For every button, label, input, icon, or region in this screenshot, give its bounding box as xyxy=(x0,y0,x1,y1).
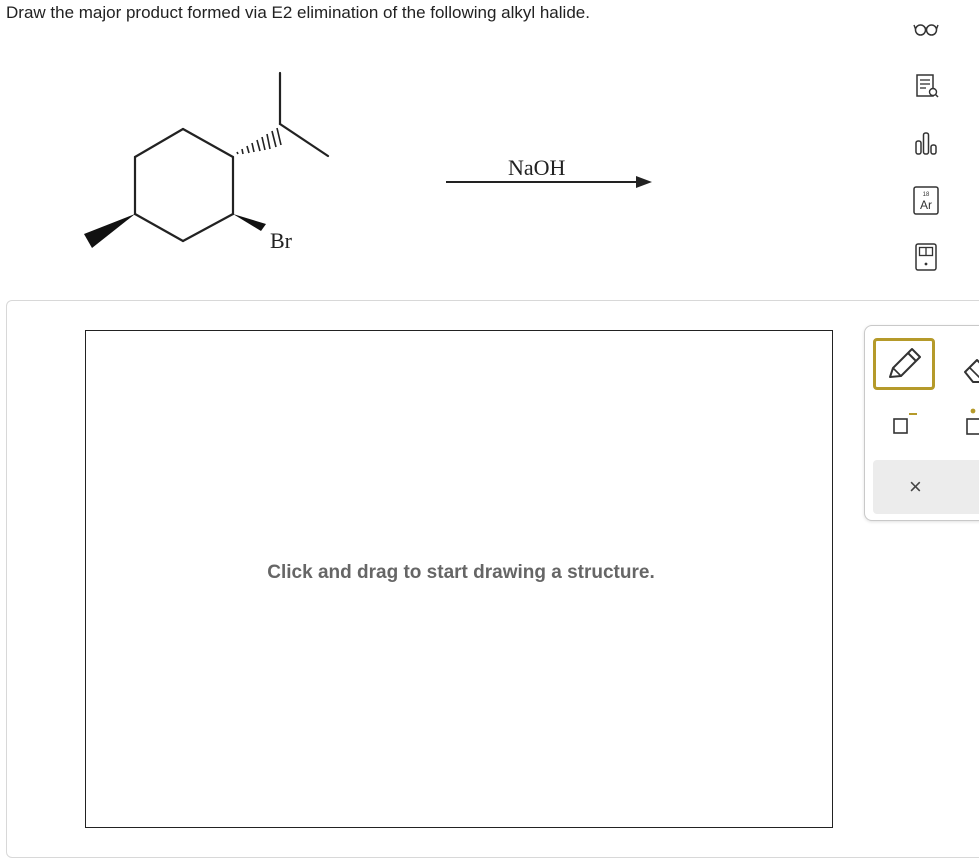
periodic-table-symbol: Ar xyxy=(920,198,932,212)
calculator-icon[interactable] xyxy=(904,240,948,280)
lone-pair-tool-button[interactable] xyxy=(963,406,979,440)
eraser-tool-button[interactable] xyxy=(959,348,979,388)
question-prompt: Draw the major product formed via E2 eli… xyxy=(6,3,590,22)
drawing-palette: × xyxy=(864,325,979,521)
bromine-label: Br xyxy=(270,228,293,253)
pencil-tool-button[interactable] xyxy=(873,338,935,390)
methyl-wedge-bond xyxy=(84,214,135,248)
reaction-arrowhead xyxy=(636,176,652,188)
hashed-wedge-bond xyxy=(236,127,282,155)
reaction-scheme: Br NaOH xyxy=(84,71,652,253)
bromine-wedge-bond xyxy=(233,214,266,231)
canvas-hint: Click and drag to start drawing a struct… xyxy=(267,562,655,583)
lone-pair-icon xyxy=(966,408,979,435)
side-toolbar: 18 Ar xyxy=(900,0,960,340)
drawing-canvas[interactable]: Click and drag to start drawing a struct… xyxy=(85,330,833,828)
eraser-icon xyxy=(964,359,979,383)
charge-icon xyxy=(893,413,917,434)
notes-icon[interactable] xyxy=(904,70,948,110)
glasses-icon[interactable] xyxy=(904,12,948,52)
bar-chart-icon[interactable] xyxy=(904,128,948,168)
clear-button[interactable]: × xyxy=(873,460,979,514)
periodic-table-icon[interactable]: 18 Ar xyxy=(904,184,948,224)
pencil-icon xyxy=(889,348,921,378)
close-icon: × xyxy=(909,474,922,499)
alkyl-halide-structure xyxy=(133,71,330,243)
reagent-label: NaOH xyxy=(508,155,566,180)
negative-charge-tool-button[interactable] xyxy=(889,408,919,438)
